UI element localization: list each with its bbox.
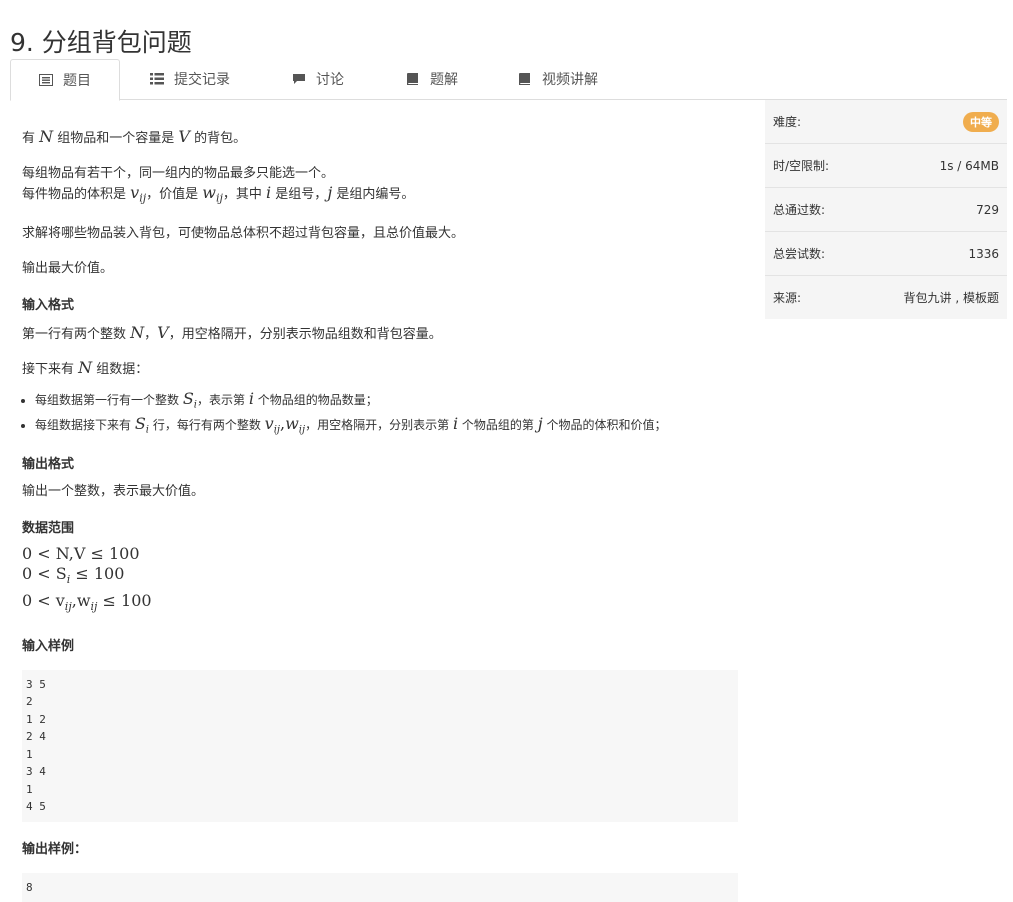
group-text: 每组物品有若干个，同一组内的物品最多只能选一个。 每件物品的体积是 vij，价值… [22, 166, 415, 205]
tab-submissions[interactable]: 提交记录 [150, 59, 230, 99]
tab-video[interactable]: 视频讲解 [518, 59, 598, 99]
book-icon [519, 73, 530, 85]
difficulty-label: 难度: [773, 115, 802, 129]
sample-output-block: 8 [22, 872, 738, 902]
tried-value: 1336 [968, 246, 999, 261]
range-line: 0 < N,V ≤ 100 [22, 544, 140, 564]
tried-row: 总尝试数: 1336 [765, 232, 1007, 276]
tab-label: 题解 [430, 72, 458, 88]
list-item: 每组数据第一行有一个整数 Si，表示第 i 个物品组的物品数量； [35, 389, 742, 414]
bullet-list-icon [150, 73, 164, 85]
sample-input-heading: 输入样例 [22, 638, 75, 654]
limit-row: 时/空限制: 1s / 64MB [765, 144, 1007, 188]
tab-solutions[interactable]: 题解 [406, 59, 458, 99]
list-item: 每组数据接下来有 Si 行，每行有两个整数 vij,wij，用空格隔开，分别表示… [35, 414, 742, 439]
comment-icon [293, 74, 305, 84]
passed-value: 729 [976, 202, 999, 217]
tab-label: 视频讲解 [542, 72, 598, 88]
problem-description: 有 N 组物品和一个容量是 V 的背包。 每组物品有若干个，同一组内的物品最多只… [22, 110, 742, 902]
sample-output-heading: 输出样例： [22, 841, 88, 857]
output-text: 输出最大价值。 [22, 260, 114, 276]
output-line: 输出一个整数，表示最大价值。 [22, 484, 205, 500]
range-line: 0 < Si ≤ 100 [22, 564, 125, 587]
tab-label: 提交记录 [174, 72, 230, 88]
tab-label: 讨论 [316, 72, 344, 88]
limit-value: 1s / 64MB [939, 158, 999, 173]
range-heading: 数据范围 [22, 521, 75, 537]
tab-discussion[interactable]: 讨论 [292, 59, 344, 99]
page-title: 9. 分组背包问题 [10, 27, 192, 57]
tab-problem[interactable]: 题目 [10, 59, 120, 101]
input-line1: 第一行有两个整数 N，V，用空格隔开，分别表示物品组数和背包容量。 [22, 322, 442, 342]
output-heading: 输出格式 [22, 457, 75, 473]
intro-text: 有 N 组物品和一个容量是 V 的背包。 [22, 127, 247, 146]
input-heading: 输入格式 [22, 297, 75, 313]
source-value[interactable]: 背包九讲 , 模板题 [904, 289, 999, 306]
range-line: 0 < vij,wij ≤ 100 [22, 590, 152, 613]
sample-input-block: 3 5 2 1 2 2 4 1 3 4 1 4 5 [22, 669, 738, 822]
source-label: 来源: [773, 291, 802, 305]
book-icon [407, 73, 418, 85]
range-formulas: 0 < N,V ≤ 100 0 < Si ≤ 100 0 < vij,wij ≤… [22, 544, 742, 616]
tried-label: 总尝试数: [773, 247, 826, 261]
problem-tabs: 题目 提交记录 讨论 题解 视频讲解 [10, 59, 1007, 101]
tab-label: 题目 [63, 73, 91, 89]
source-row: 来源: 背包九讲 , 模板题 [765, 276, 1007, 319]
goal-text: 求解将哪些物品装入背包，可使物品总体积不超过背包容量，且总价值最大。 [22, 225, 465, 241]
difficulty-row: 难度: 中等 [765, 100, 1007, 144]
problem-info-panel: 难度: 中等 时/空限制: 1s / 64MB 总通过数: 729 总尝试数: … [765, 100, 1007, 319]
list-icon [39, 74, 53, 86]
difficulty-badge: 中等 [963, 111, 999, 132]
passed-label: 总通过数: [773, 203, 826, 217]
limit-label: 时/空限制: [773, 159, 830, 173]
input-list: 每组数据第一行有一个整数 Si，表示第 i 个物品组的物品数量； 每组数据接下来… [22, 389, 742, 440]
input-line2: 接下来有 N 组数据： [22, 357, 149, 377]
passed-row: 总通过数: 729 [765, 188, 1007, 232]
